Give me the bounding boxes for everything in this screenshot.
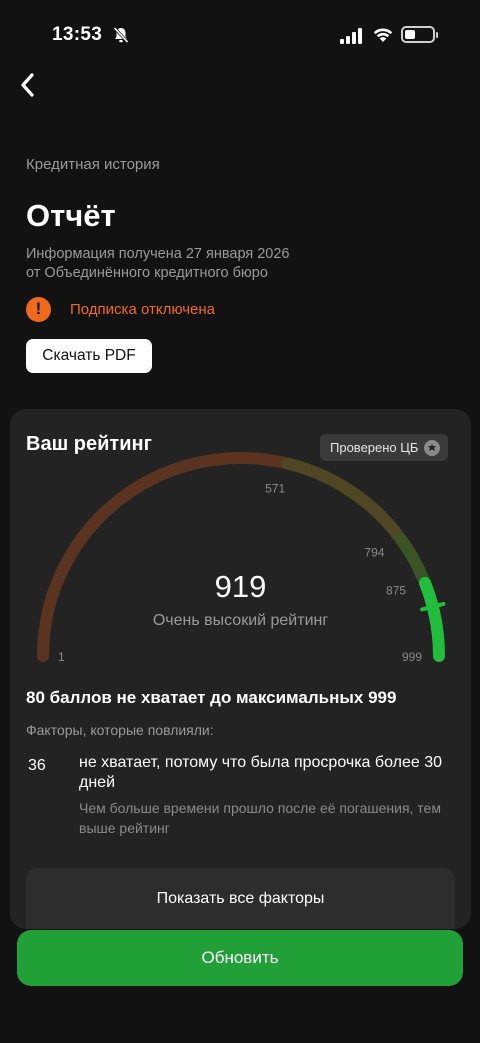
- report-source-info: от Объединённого кредитного бюро: [26, 265, 268, 281]
- max-score-note: 80 баллов не хватает до максимальных 999: [26, 688, 397, 707]
- cellular-signal-icon: [340, 28, 362, 44]
- section-caption: Кредитная история: [26, 156, 160, 173]
- rating-score-label: Очень высокий рейтинг: [152, 612, 329, 629]
- factors-caption: Факторы, которые повлияли:: [26, 722, 214, 738]
- chevron-left-icon: [21, 73, 34, 97]
- gauge-tick-label: 999: [402, 650, 422, 664]
- show-all-factors-button[interactable]: Показать все факторы: [26, 868, 455, 929]
- bell-muted-icon: [113, 26, 129, 44]
- download-pdf-button[interactable]: Скачать PDF: [26, 339, 152, 373]
- factor-points: 36: [28, 757, 46, 774]
- factor-description: Чем больше времени прошло после её погаш…: [79, 800, 441, 836]
- factor-title: не хватает, потому что была просрочка бо…: [79, 754, 442, 791]
- gauge-segment: [281, 457, 404, 542]
- page-title: Отчёт: [26, 198, 116, 233]
- subscription-warning: ! Подписка отключена: [26, 296, 215, 322]
- gauge-tick-label: 1: [58, 650, 65, 664]
- gauge-tick-label: 794: [364, 546, 384, 560]
- gauge-tick-label: 571: [265, 481, 285, 495]
- rating-score: 919: [214, 569, 267, 604]
- wifi-icon: [373, 28, 393, 42]
- status-bar: 13:53: [0, 0, 480, 70]
- back-button[interactable]: [12, 70, 42, 100]
- rating-gauge: 1571794875999: [37, 452, 446, 664]
- report-date-info: Информация получена 27 января 2026: [26, 246, 290, 262]
- rating-card: Ваш рейтинг Проверено ЦБ 1 571 794 875 999 9…: [10, 409, 471, 929]
- warning-text: Подписка отключена: [70, 300, 216, 318]
- battery-icon: [401, 26, 438, 43]
- update-button[interactable]: Обновить: [17, 930, 463, 986]
- exclamation-icon: !: [26, 296, 51, 322]
- status-time: 13:53: [52, 24, 103, 45]
